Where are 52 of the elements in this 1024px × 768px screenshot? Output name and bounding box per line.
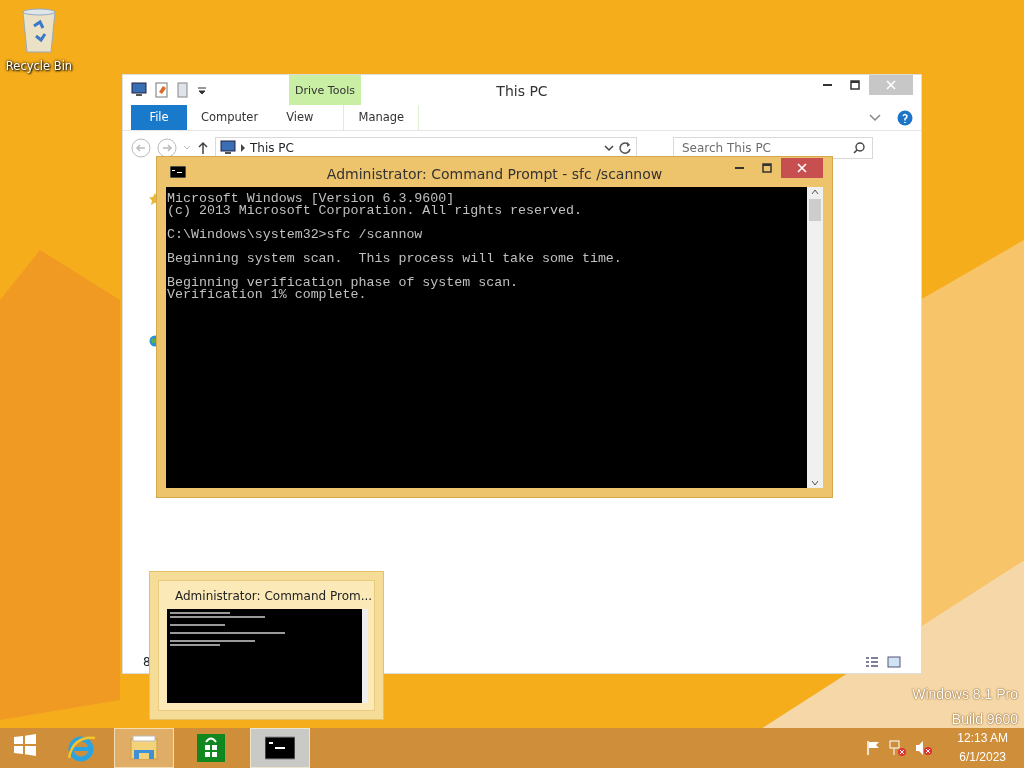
scroll-down-icon[interactable] [811,480,819,486]
recycle-bin-icon[interactable] [20,8,58,54]
expand-ribbon-icon[interactable] [869,113,881,122]
maximize-icon [762,163,772,173]
console-line: Microsoft Windows [Version 6.3.9600] [167,193,456,205]
dropdown-icon[interactable] [197,85,207,95]
scrollbar-thumb[interactable] [809,199,821,221]
console-line: C:\Windows\system32>sfc /scannow [167,229,424,241]
minimize-icon [734,167,744,169]
speaker-muted-icon[interactable] [915,740,934,756]
contextual-tab-group: Drive Tools [289,75,361,105]
console-icon [265,734,295,762]
refresh-icon[interactable] [618,141,632,155]
console-line: Beginning system scan. This process will take some time. [167,253,623,265]
window-title: Administrator: Command Prompt - sfc /scannow [326,165,663,184]
computer-icon [220,140,236,156]
console-icon [170,166,186,178]
console-line: Beginning verification phase of system scan. [167,277,520,289]
close-icon [797,163,807,173]
ribbon-tab[interactable]: Computer [187,105,273,130]
preview-title: Administrator: Command Prom... [175,588,373,605]
store-icon [197,734,227,762]
close-icon [886,80,896,90]
watermark-text: Windows 8.1 Pro [912,685,1018,704]
window-title: This PC [496,82,548,101]
recycle-bin-label: Recycle Bin [4,58,74,75]
internet-browser-icon [67,734,97,762]
dropdown-icon[interactable] [604,144,614,153]
address-text: This PC [250,140,294,157]
minimize-icon [822,84,832,86]
details-view-icon[interactable] [865,656,879,668]
chevron-icon [240,144,246,152]
taskbar-button[interactable] [250,728,310,768]
ribbon-tab[interactable]: Manage [343,105,420,130]
search-field[interactable]: Search This PC [673,137,873,159]
console-line: Verification 1% complete. [167,289,367,301]
large-icons-view-icon[interactable] [887,656,901,668]
ribbon-tab[interactable]: File [131,105,187,130]
maximize-icon [850,80,860,90]
ribbon-tab[interactable]: View [272,105,328,130]
up-icon[interactable] [197,141,209,155]
computer-icon[interactable] [131,82,147,98]
help-icon[interactable] [897,109,913,126]
scroll-up-icon[interactable] [811,189,819,195]
network-error-icon[interactable] [889,740,908,756]
file-explorer-icon [129,734,159,762]
watermark-text: Build 9600 [951,710,1018,729]
scrollbar[interactable] [807,187,823,488]
console-line: (c) 2013 Microsoft Corporation. All rights reserved. [167,205,583,217]
taskbar-preview[interactable]: Administrator: Command Prom... [149,571,384,720]
flag-icon[interactable] [865,740,882,756]
properties-icon[interactable] [155,82,169,98]
